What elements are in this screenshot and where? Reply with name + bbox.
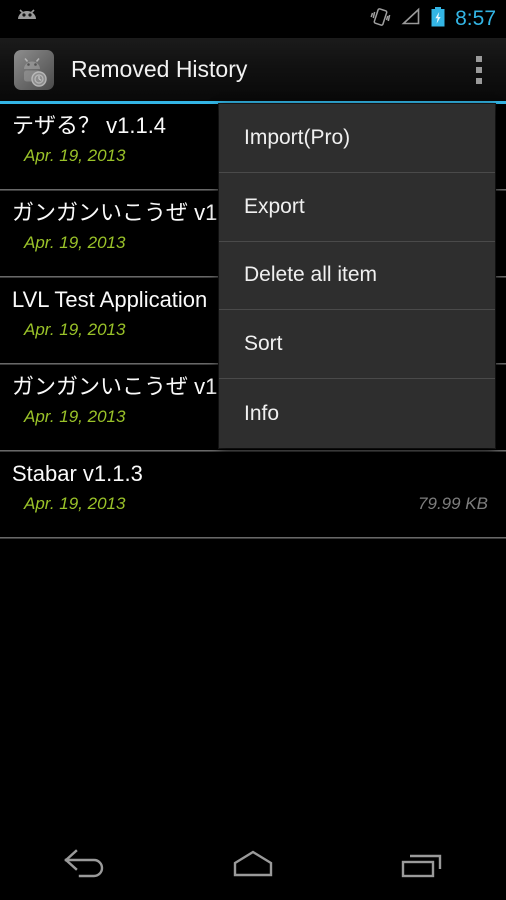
menu-item-sort[interactable]: Sort [219,310,495,380]
list-item-meta: Apr. 19, 2013 79.99 KB [10,494,490,514]
menu-item-import[interactable]: Import(Pro) [219,104,495,173]
signal-triangle-icon [400,7,421,31]
list-item-date: Apr. 19, 2013 [24,233,126,252]
menu-item-export[interactable]: Export [219,173,495,242]
list-item-date: Apr. 19, 2013 [24,494,126,513]
android-screen: 8:57 Removed History テザる？ v1.1.4 Apr. 19… [0,0,506,900]
menu-item-label: Export [244,194,305,218]
menu-item-label: Sort [244,332,283,356]
overflow-dot [476,77,482,84]
overflow-menu-icon[interactable] [452,38,506,101]
back-icon[interactable] [29,828,139,900]
menu-item-label: Delete all item [244,263,378,287]
app-logo-icon [14,49,54,90]
page-title: Removed History [71,56,248,82]
home-icon[interactable] [198,828,308,900]
menu-item-delete-all[interactable]: Delete all item [219,242,495,311]
menu-item-label: Info [244,401,280,425]
vibrate-icon [369,6,391,33]
overflow-dot [476,55,482,62]
status-bar-icons: 8:57 [369,6,496,33]
status-bar: 8:57 [0,0,506,38]
list-item[interactable]: Stabar v1.1.3 Apr. 19, 2013 79.99 KB [0,452,506,539]
battery-charging-icon [430,6,446,33]
overflow-dot [476,66,482,73]
menu-item-info[interactable]: Info [219,379,495,448]
recents-icon[interactable] [367,828,477,900]
list-item-date: Apr. 19, 2013 [24,320,126,339]
action-bar: Removed History [0,38,506,101]
system-navigation-bar [0,828,506,900]
overflow-menu: Import(Pro) Export Delete all item Sort … [219,104,495,448]
menu-item-label: Import(Pro) [244,125,351,149]
list-item-date: Apr. 19, 2013 [24,407,126,426]
status-bar-notifications [14,8,40,31]
status-bar-clock: 8:57 [455,7,496,30]
list-item-date: Apr. 19, 2013 [24,146,126,165]
android-notification-icon [14,8,40,31]
list-item-size: 79.99 KB [418,494,488,513]
list-item-title: Stabar v1.1.3 [12,461,143,486]
